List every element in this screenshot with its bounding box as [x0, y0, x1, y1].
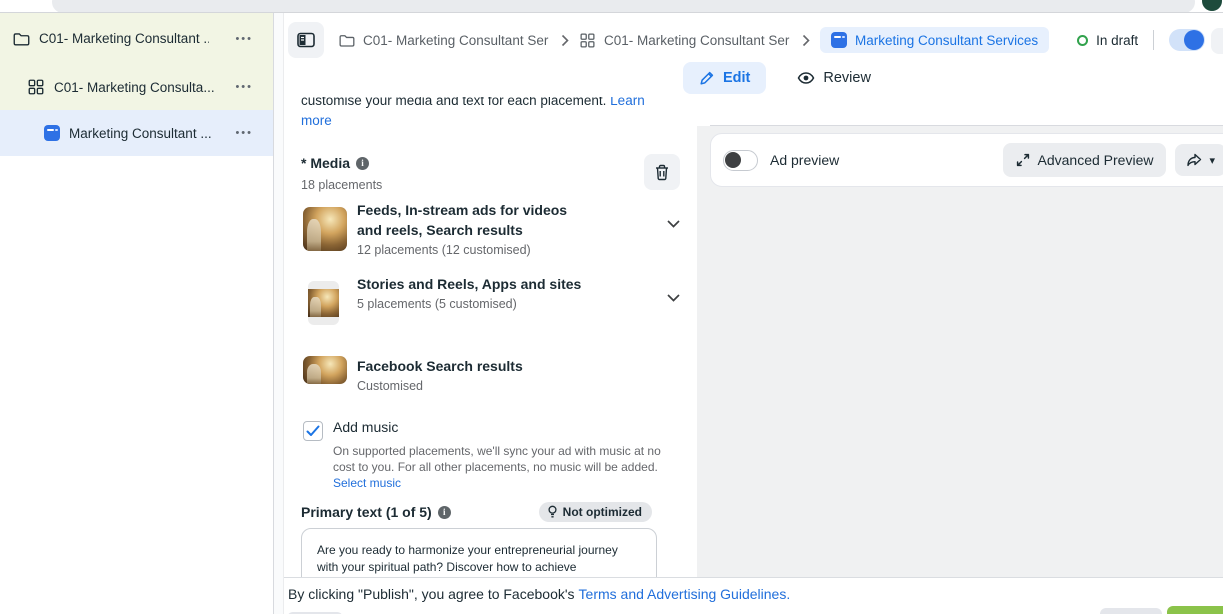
placement-group-search[interactable]: Facebook Search results Customised: [303, 349, 683, 393]
sidebar-item-ad-selected[interactable]: Marketing Consultant ... •••: [0, 110, 273, 156]
more-menu-icon[interactable]: •••: [235, 127, 253, 139]
primary-text-label: Primary text (1 of 5) i: [301, 504, 451, 520]
advanced-preview-label: Advanced Preview: [1038, 152, 1154, 168]
info-icon[interactable]: i: [438, 506, 451, 519]
primary-text-value: Are you ready to harmonize your entrepre…: [317, 542, 639, 576]
campaign-tree-sidebar: C01- Marketing Consultant ... ••• C01- M…: [0, 13, 273, 614]
not-optimized-label: Not optimized: [563, 505, 642, 519]
add-music-section: Add music On supported placements, we'll…: [303, 419, 675, 490]
add-music-label: Add music: [333, 419, 675, 435]
browser-address-bar[interactable]: [52, 0, 1195, 13]
breadcrumb-campaign-label: C01- Marketing Consultant Ser: [363, 33, 551, 48]
collapse-sidebar-button[interactable]: [288, 22, 324, 58]
sidebar-ad-label: Marketing Consultant ...: [69, 126, 212, 141]
ad-icon: [831, 32, 847, 48]
sidebar-adset-label: C01- Marketing Consulta...: [54, 80, 215, 95]
app-body: C01- Marketing Consultant ... ••• C01- M…: [0, 13, 1223, 614]
folder-icon: [338, 32, 355, 49]
breadcrumb-adset-label: C01- Marketing Consultant Ser: [604, 33, 792, 48]
primary-text-input[interactable]: Are you ready to harmonize your entrepre…: [301, 528, 657, 577]
media-section-label: * Media i: [301, 155, 369, 171]
ad-preview-panel: Ad preview Advanced Preview: [697, 97, 1223, 577]
chevron-right-icon: [561, 34, 569, 47]
status-badge: In draft: [1077, 33, 1138, 48]
preview-toolbar: Ad preview Advanced Preview: [710, 133, 1223, 187]
placement-subtitle: 5 placements (5 customised): [357, 297, 683, 311]
caret-down-icon: ▾: [1209, 154, 1215, 167]
header-more-button[interactable]: [1211, 28, 1223, 54]
add-music-description: On supported placements, we'll sync your…: [333, 443, 675, 475]
lightbulb-icon: [547, 505, 558, 519]
publish-agreement-text: By clicking "Publish", you agree to Face…: [288, 586, 575, 602]
tab-edit[interactable]: Edit: [683, 62, 766, 94]
placement-thumbnail: [303, 356, 347, 384]
share-icon: [1186, 153, 1202, 167]
grid-icon: [27, 78, 45, 96]
placement-title: Feeds, In-stream ads for videos and reel…: [357, 200, 585, 240]
draft-status-label: In draft: [1096, 33, 1138, 48]
browser-top-strip: [0, 0, 1223, 13]
grid-icon: [579, 32, 596, 49]
ad-active-toggle[interactable]: [1169, 29, 1205, 51]
breadcrumb-adset[interactable]: C01- Marketing Consultant Ser: [579, 32, 792, 49]
placement-thumbnail: [308, 281, 339, 325]
content-area: customise your media and text for each p…: [284, 97, 1223, 577]
ad-edit-form: customise your media and text for each p…: [284, 97, 697, 577]
edit-review-tabs: Edit Review: [683, 62, 881, 94]
placement-group-stories[interactable]: Stories and Reels, Apps and sites 5 plac…: [303, 274, 683, 311]
terms-link[interactable]: Terms and Advertising Guidelines.: [579, 586, 791, 602]
browser-profile-avatar[interactable]: [1202, 0, 1222, 11]
placement-intro-text: customise your media and text for each p…: [301, 97, 667, 131]
trash-icon: [653, 163, 671, 182]
placements-count: 18 placements: [301, 178, 382, 192]
tab-review-label: Review: [823, 70, 871, 86]
delete-media-button[interactable]: [644, 154, 680, 190]
divider: [1153, 30, 1154, 50]
breadcrumb: C01- Marketing Consultant Ser C01- Marke…: [338, 26, 1205, 54]
select-music-link[interactable]: Select music: [333, 476, 401, 490]
more-menu-icon[interactable]: •••: [235, 81, 253, 93]
eye-icon: [797, 71, 815, 85]
draft-status-icon: [1077, 35, 1088, 46]
tab-edit-label: Edit: [723, 70, 750, 86]
sidebar-item-adset[interactable]: C01- Marketing Consulta... •••: [0, 64, 273, 110]
ad-icon: [44, 125, 60, 141]
chevron-down-icon[interactable]: [667, 294, 680, 302]
footer-secondary-button-partial[interactable]: [1100, 608, 1162, 614]
placement-title: Facebook Search results: [357, 356, 585, 376]
pencil-icon: [699, 70, 715, 86]
advanced-preview-button[interactable]: Advanced Preview: [1003, 143, 1167, 177]
publish-footer: By clicking "Publish", you agree to Face…: [284, 577, 1223, 614]
breadcrumb-ad-label: Marketing Consultant Services: [855, 33, 1038, 48]
share-preview-button[interactable]: ▾: [1175, 144, 1223, 176]
not-optimized-badge: Not optimized: [539, 502, 652, 522]
main-panel: C01- Marketing Consultant Ser C01- Marke…: [284, 13, 1223, 614]
placement-title: Stories and Reels, Apps and sites: [357, 274, 585, 294]
placement-subtitle: 12 placements (12 customised): [357, 243, 683, 257]
chevron-right-icon: [802, 34, 810, 47]
publish-button-partial[interactable]: [1167, 606, 1223, 614]
placement-group-feeds[interactable]: Feeds, In-stream ads for videos and reel…: [303, 200, 683, 257]
ad-preview-label: Ad preview: [770, 152, 839, 168]
expand-icon: [1016, 153, 1030, 167]
info-icon[interactable]: i: [356, 157, 369, 170]
breadcrumb-ad-active[interactable]: Marketing Consultant Services: [820, 27, 1049, 53]
add-music-checkbox[interactable]: [303, 421, 323, 441]
more-menu-icon[interactable]: •••: [235, 33, 253, 45]
chevron-down-icon[interactable]: [667, 220, 680, 228]
placement-subtitle: Customised: [357, 379, 683, 393]
placement-thumbnail: [303, 207, 347, 251]
breadcrumb-campaign[interactable]: C01- Marketing Consultant Ser: [338, 32, 551, 49]
ads-manager-window: C01- Marketing Consultant ... ••• C01- M…: [0, 0, 1223, 614]
folder-icon: [12, 30, 30, 48]
sidebar-campaign-label: C01- Marketing Consultant ...: [39, 31, 209, 46]
panel-toggle-icon: [296, 30, 316, 50]
sidebar-item-campaign[interactable]: C01- Marketing Consultant ... •••: [0, 13, 273, 64]
preview-background: [697, 126, 1223, 577]
ad-preview-toggle[interactable]: [723, 150, 758, 171]
tab-review[interactable]: Review: [787, 62, 881, 94]
sidebar-scroll-gutter[interactable]: [273, 13, 284, 614]
